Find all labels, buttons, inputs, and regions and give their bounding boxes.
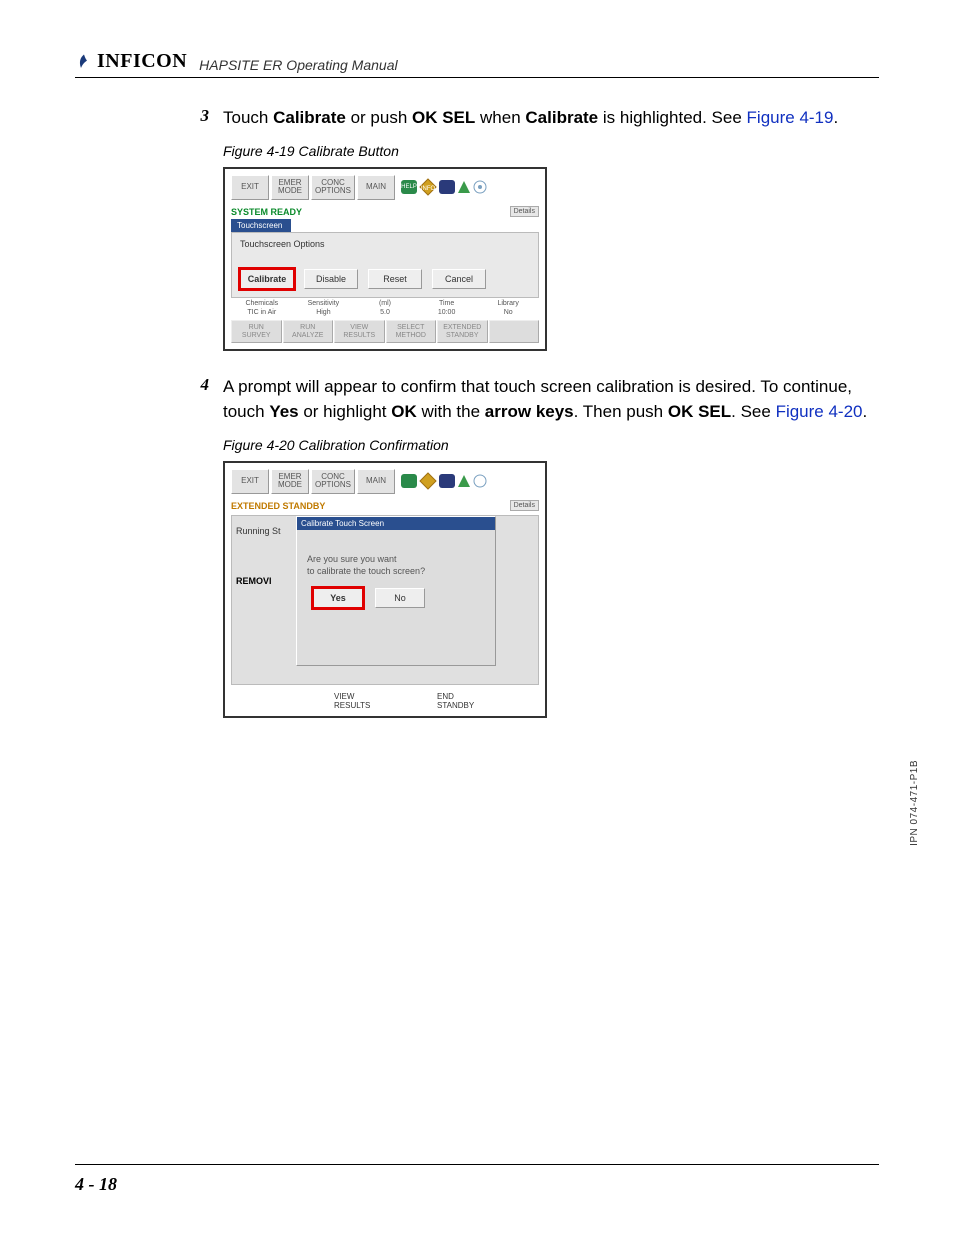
figure-link-4-19[interactable]: Figure 4-19: [747, 108, 834, 127]
blank-button-4: [489, 692, 540, 710]
remove-text: REMOVI: [236, 576, 272, 586]
screenshot-calibration-confirmation: EXIT EMER MODE CONC OPTIONS MAIN EXTENDE…: [223, 461, 547, 719]
battery-icon: [439, 474, 455, 488]
touchscreen-panel: Touchscreen Options Calibrate Disable Re…: [231, 232, 539, 298]
dialog-message: Are you sure you want to calibrate the t…: [297, 530, 495, 587]
footer-rule: [75, 1164, 879, 1165]
status-triangle-icon: [457, 180, 471, 194]
logo-text: INFICON: [97, 50, 187, 73]
help-icon[interactable]: HELP: [401, 180, 417, 194]
logo-icon: [75, 53, 93, 71]
step-number: 3: [195, 106, 209, 131]
info-bar: ChemicalsSensitivity(ml)TimeLibrary TIC …: [225, 298, 545, 317]
help-icon[interactable]: [401, 474, 417, 488]
step-text: Touch Calibrate or push OK SEL when Cali…: [223, 106, 838, 131]
blank-button-3: [386, 692, 437, 710]
status-bar: EXTENDED STANDBY Details: [225, 498, 545, 513]
running-status-text: Running St: [236, 526, 281, 536]
panel-title: Touchscreen Options: [240, 239, 530, 249]
emer-mode-button[interactable]: EMER MODE: [271, 469, 309, 495]
exit-button[interactable]: EXIT: [231, 469, 269, 495]
view-results-button[interactable]: VIEW RESULTS: [334, 320, 385, 343]
step-3: 3 Touch Calibrate or push OK SEL when Ca…: [195, 106, 879, 131]
standby-panel: Running St REMOVI Calibrate Touch Screen…: [231, 515, 539, 685]
step-number: 4: [195, 375, 209, 424]
extended-standby-button[interactable]: EXTENDED STANDBY: [437, 320, 488, 343]
conc-options-button[interactable]: CONC OPTIONS: [311, 175, 355, 201]
bottom-bar: RUN SURVEY RUN ANALYZE VIEW RESULTS SELE…: [225, 317, 545, 349]
dialog-title: Calibrate Touch Screen: [297, 517, 495, 530]
reset-button[interactable]: Reset: [368, 269, 422, 289]
screenshot-calibrate-button: EXIT EMER MODE CONC OPTIONS MAIN HELP IN…: [223, 167, 547, 352]
step-4: 4 A prompt will appear to confirm that t…: [195, 375, 879, 424]
fan-icon: [473, 180, 487, 194]
end-standby-button[interactable]: END STANDBY: [437, 692, 488, 710]
figure-caption-4-20: Figure 4-20 Calibration Confirmation: [223, 437, 879, 453]
details-button[interactable]: Details: [510, 500, 539, 511]
status-text: SYSTEM READY: [231, 207, 510, 217]
brand-logo: INFICON: [75, 50, 187, 73]
main-button[interactable]: MAIN: [357, 469, 395, 495]
select-method-button[interactable]: SELECT METHOD: [386, 320, 437, 343]
info-diamond-icon[interactable]: INFO: [419, 178, 437, 196]
touchscreen-tab[interactable]: Touchscreen: [231, 219, 291, 232]
battery-icon: [439, 180, 455, 194]
info-diamond-icon[interactable]: [419, 472, 437, 490]
page-number: 4 - 18: [75, 1174, 117, 1195]
page-header: INFICON HAPSITE ER Operating Manual: [75, 50, 879, 78]
svg-text:INFO: INFO: [421, 186, 436, 192]
status-text: EXTENDED STANDBY: [231, 501, 510, 511]
view-results-button[interactable]: VIEW RESULTS: [334, 692, 385, 710]
figure-caption-4-19: Figure 4-19 Calibrate Button: [223, 143, 879, 159]
manual-title: HAPSITE ER Operating Manual: [199, 57, 397, 73]
run-survey-button[interactable]: RUN SURVEY: [231, 320, 282, 343]
ipn-code: IPN 074-471-P1B: [909, 760, 920, 846]
main-button[interactable]: MAIN: [357, 175, 395, 201]
blank-button: [489, 320, 540, 343]
blank-button-1: [231, 692, 282, 710]
bottom-bar: VIEW RESULTS END STANDBY: [225, 689, 545, 716]
fan-icon: [473, 474, 487, 488]
conc-options-button[interactable]: CONC OPTIONS: [311, 469, 355, 495]
status-bar: SYSTEM READY Details: [225, 204, 545, 219]
figure-link-4-20[interactable]: Figure 4-20: [776, 402, 863, 421]
emer-mode-button[interactable]: EMER MODE: [271, 175, 309, 201]
blank-button-2: [283, 692, 334, 710]
top-toolbar: EXIT EMER MODE CONC OPTIONS MAIN: [225, 463, 545, 499]
top-toolbar: EXIT EMER MODE CONC OPTIONS MAIN HELP IN…: [225, 169, 545, 205]
yes-button[interactable]: Yes: [313, 588, 363, 608]
run-analyze-button[interactable]: RUN ANALYZE: [283, 320, 334, 343]
cancel-button[interactable]: Cancel: [432, 269, 486, 289]
exit-button[interactable]: EXIT: [231, 175, 269, 201]
status-triangle-icon: [457, 474, 471, 488]
details-button[interactable]: Details: [510, 206, 539, 217]
disable-button[interactable]: Disable: [304, 269, 358, 289]
calibrate-dialog: Calibrate Touch Screen Are you sure you …: [296, 516, 496, 666]
step-text: A prompt will appear to confirm that tou…: [223, 375, 879, 424]
calibrate-button[interactable]: Calibrate: [240, 269, 294, 289]
no-button[interactable]: No: [375, 588, 425, 608]
